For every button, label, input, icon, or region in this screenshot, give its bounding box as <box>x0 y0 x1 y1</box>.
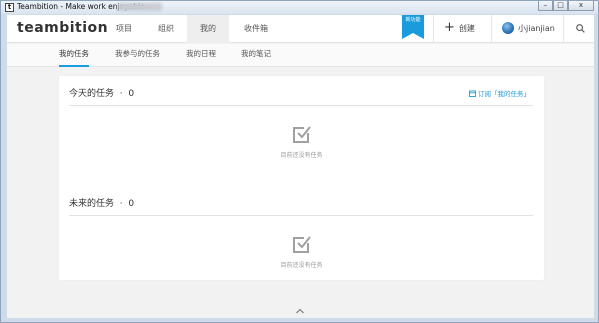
nav-item-projects[interactable]: 项目 <box>105 15 143 43</box>
divider <box>491 15 492 43</box>
tab-involved-tasks[interactable]: 我参与的任务 <box>115 44 160 67</box>
today-empty-state: 目前还没有任务 <box>59 124 544 159</box>
window-controls: – □ x <box>538 1 594 12</box>
tab-my-schedule[interactable]: 我的日程 <box>186 44 216 67</box>
tab-my-tasks[interactable]: 我的任务 <box>59 44 89 67</box>
user-name: 小jianjian <box>518 23 555 33</box>
nav-item-organization[interactable]: 组织 <box>147 15 185 43</box>
title-bar[interactable]: t Teambition - Make work enjoyable – □ x <box>1 1 598 14</box>
plus-icon: + <box>444 20 455 35</box>
create-label: 创建 <box>458 23 475 33</box>
app-window: t Teambition - Make work enjoyable – □ x… <box>0 0 599 323</box>
today-section-title: 今天的任务 · 0 <box>69 86 134 99</box>
today-separator: · <box>119 89 123 99</box>
calendar-icon <box>469 90 476 97</box>
divider <box>69 215 533 216</box>
task-card: 今天的任务 · 0 订阅「我的任务」 目前还没有任务 未来的任务 · 0 目前还… <box>59 76 544 280</box>
future-section-title: 未来的任务 · 0 <box>69 196 134 209</box>
tab-my-notes[interactable]: 我的笔记 <box>241 44 271 67</box>
future-count: 0 <box>128 199 135 209</box>
avatar <box>502 22 514 34</box>
nav-item-mine[interactable]: 我的 <box>187 15 229 43</box>
app-icon: t <box>5 3 14 12</box>
future-empty-text: 目前还没有任务 <box>280 262 323 269</box>
top-navigation: teambition 项目 组织 我的 收件箱 新功能 + 创建 小jianji… <box>7 15 594 43</box>
create-button[interactable]: + 创建 <box>444 20 475 35</box>
subscribe-label: 订阅「我的任务」 <box>478 90 530 98</box>
future-title: 未来的任务 <box>69 199 115 209</box>
user-menu[interactable]: 小jianjian <box>502 22 555 34</box>
checkbox-icon <box>292 126 311 143</box>
new-feature-badge[interactable]: 新功能 <box>402 15 424 39</box>
divider <box>69 105 533 106</box>
today-empty-text: 目前还没有任务 <box>280 152 323 159</box>
maximize-button[interactable]: □ <box>553 1 568 11</box>
checkbox-icon <box>292 236 311 253</box>
future-separator: · <box>119 199 123 209</box>
close-button[interactable]: x <box>568 1 594 11</box>
nav-item-inbox[interactable]: 收件箱 <box>233 15 279 43</box>
divider <box>563 15 564 43</box>
future-empty-state: 目前还没有任务 <box>59 234 544 269</box>
minimize-button[interactable]: – <box>538 1 553 11</box>
chevron-up-icon[interactable] <box>295 307 305 315</box>
subscribe-link[interactable]: 订阅「我的任务」 <box>469 88 530 98</box>
divider <box>433 15 434 43</box>
search-icon[interactable] <box>576 24 585 33</box>
blurred-text <box>118 3 162 11</box>
sub-navigation: 我的任务 我参与的任务 我的日程 我的笔记 <box>7 44 594 67</box>
today-title: 今天的任务 <box>69 89 115 99</box>
logo[interactable]: teambition <box>17 20 108 36</box>
today-count: 0 <box>128 89 135 99</box>
app-content: teambition 项目 组织 我的 收件箱 新功能 + 创建 小jianji… <box>7 15 594 318</box>
